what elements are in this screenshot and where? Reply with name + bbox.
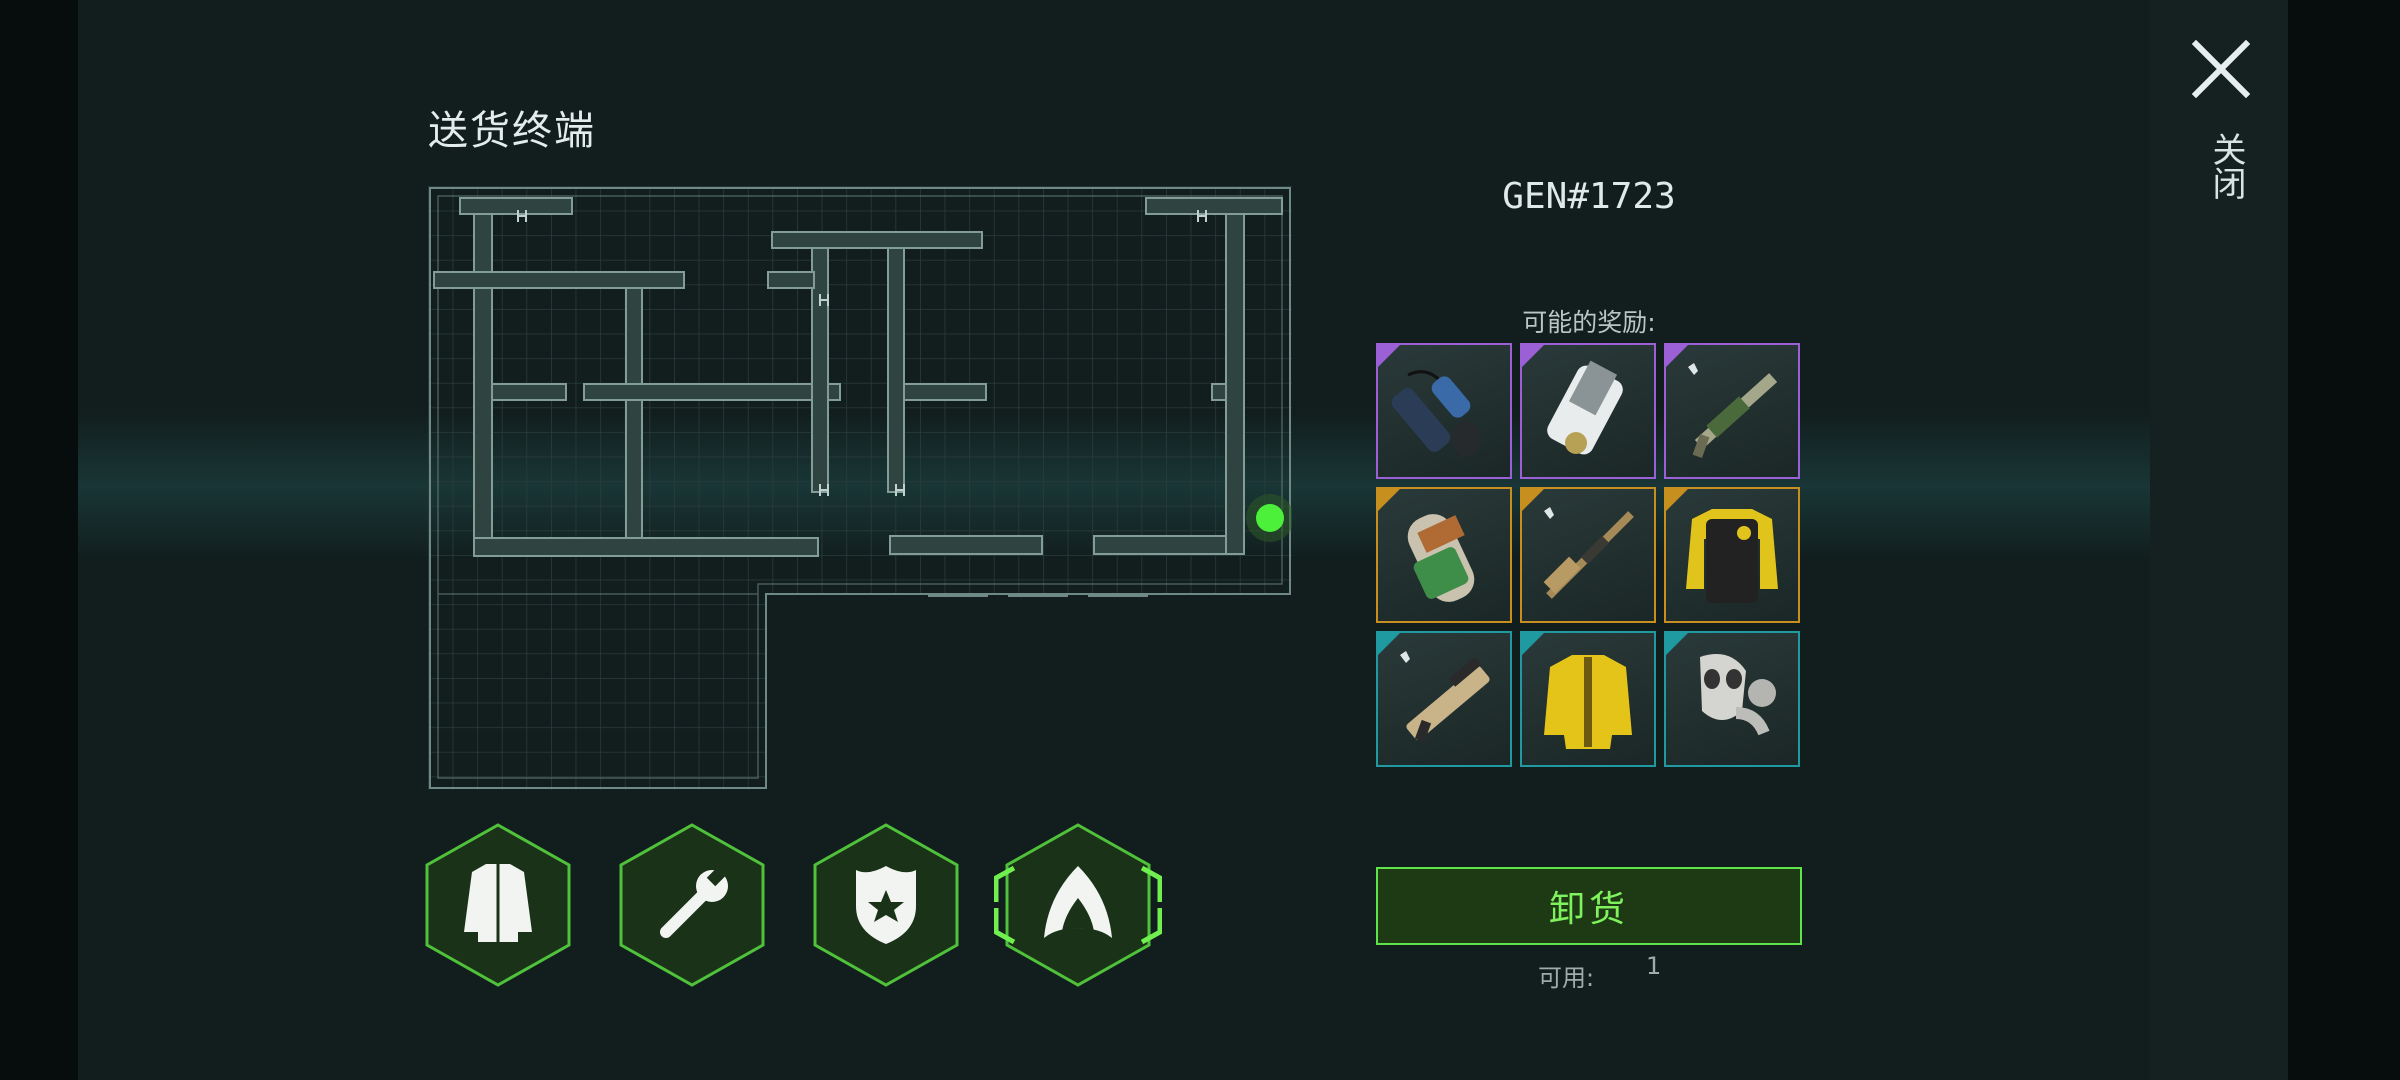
rewards-grid: [1376, 343, 1802, 769]
reward-assault-rifle[interactable]: [1664, 343, 1800, 479]
available-value: 1: [1646, 952, 1662, 980]
rewards-label: 可能的奖励:: [1522, 308, 1656, 337]
police-category-button[interactable]: [812, 822, 960, 988]
jacket-icon: [464, 864, 532, 942]
close-icon[interactable]: [2192, 40, 2250, 98]
shotgun-icon: [1543, 507, 1634, 599]
reward-armored-vest[interactable]: [1664, 487, 1800, 623]
reward-bullpup-rifle[interactable]: [1376, 631, 1512, 767]
bullpup-icon: [1400, 651, 1490, 743]
reward-gas-mask[interactable]: [1664, 631, 1800, 767]
right-letterbox: [2288, 0, 2400, 1080]
close-button-label[interactable]: 关闭: [2202, 132, 2251, 200]
device-icon: [1547, 360, 1623, 455]
unload-button[interactable]: 卸货: [1376, 867, 1802, 945]
gasmask-icon: [1700, 654, 1776, 736]
page-title: 送货终端: [428, 108, 596, 154]
left-letterbox: [0, 0, 78, 1080]
reward-gas-canister[interactable]: [1376, 487, 1512, 623]
available-label: 可用:: [1538, 964, 1595, 992]
scope-icon: [1391, 370, 1480, 457]
rifle-icon: [1688, 363, 1778, 459]
delivery-code: GEN#1723: [1502, 176, 1676, 217]
vest-icon: [1686, 509, 1778, 603]
clothing-category-button[interactable]: [424, 822, 572, 988]
floor-plan-map: [428, 186, 1292, 790]
reward-shotgun[interactable]: [1520, 487, 1656, 623]
canister-icon: [1407, 514, 1475, 602]
jacket-item-icon: [1544, 655, 1632, 749]
reward-tablet-device[interactable]: [1520, 343, 1656, 479]
reward-yellow-jacket[interactable]: [1520, 631, 1656, 767]
special-category-button[interactable]: [994, 822, 1162, 988]
tools-category-button[interactable]: [618, 822, 766, 988]
reward-scope-attachment[interactable]: [1376, 343, 1512, 479]
